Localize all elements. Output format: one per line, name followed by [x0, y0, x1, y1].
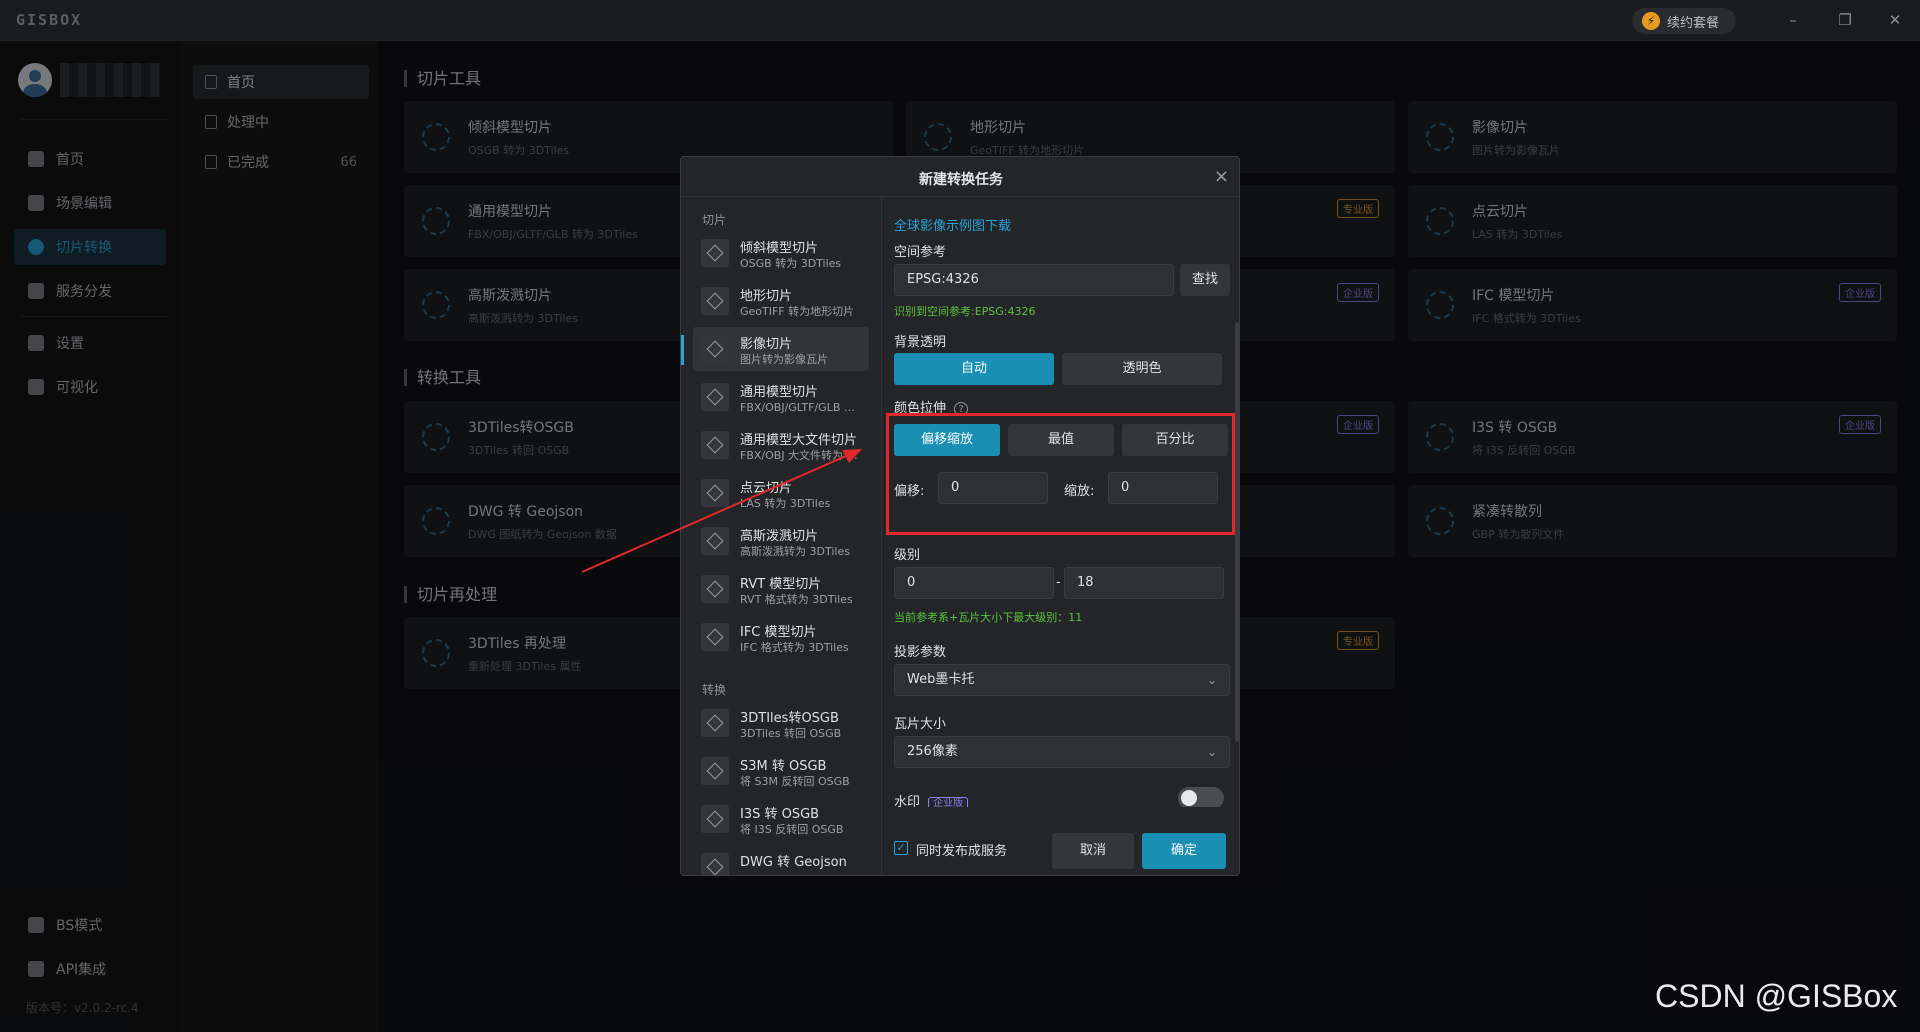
csdn-watermark: CSDN @GISBox: [1655, 978, 1898, 1014]
annotation-arrow: [581, 449, 862, 573]
